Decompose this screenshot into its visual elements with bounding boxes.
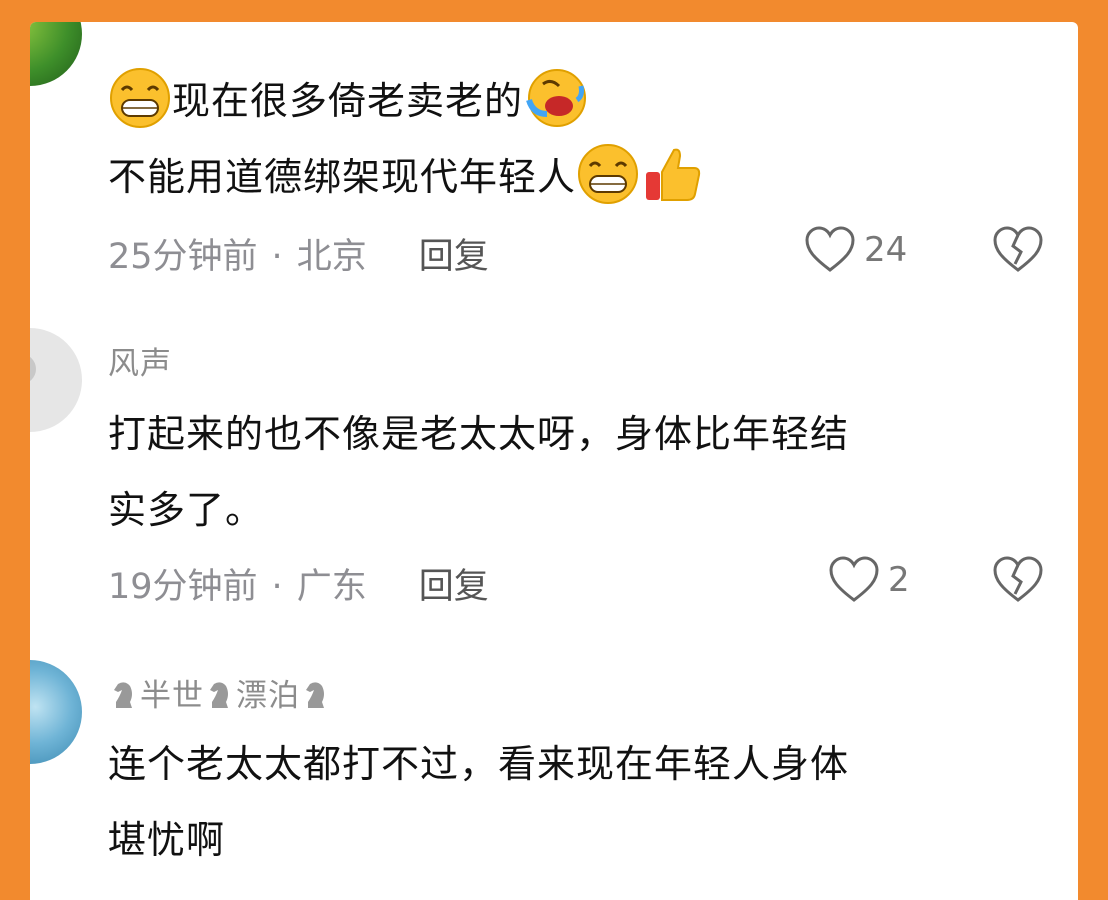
grin-emoji-icon xyxy=(108,66,172,141)
comment-list: 现在很多倚老卖老的 不能用道德绑架现代年轻人 25分钟前 · 北京 回复 24 风声 … xyxy=(30,22,1078,900)
user-avatar[interactable] xyxy=(30,22,82,86)
comment-text-line: 堪忧啊 xyxy=(108,818,226,862)
heart-outline-icon xyxy=(805,226,855,272)
chess-knight-icon xyxy=(110,680,138,718)
comment-time: 19分钟前 xyxy=(108,567,258,607)
like-count: 24 xyxy=(864,230,908,270)
chess-knight-icon xyxy=(206,680,234,718)
username[interactable]: 半世 漂泊 xyxy=(108,670,332,718)
comment-text-line: 打起来的也不像是老太太呀，身体比年轻结 xyxy=(108,412,850,456)
like-count: 2 xyxy=(888,560,910,600)
thumbs-up-emoji-icon xyxy=(640,142,704,217)
reply-button[interactable]: 回复 xyxy=(419,567,489,607)
broken-heart-icon xyxy=(993,556,1043,602)
user-avatar[interactable] xyxy=(30,328,82,432)
comment-text-line: 不能用道德绑架现代年轻人 xyxy=(108,142,704,217)
comment-text-line: 实多了。 xyxy=(108,488,265,532)
dislike-button[interactable] xyxy=(992,226,1044,278)
comment-location: 广东 xyxy=(296,567,367,607)
like-button[interactable]: 24 xyxy=(804,226,907,274)
like-button[interactable]: 2 xyxy=(828,556,910,604)
dislike-button[interactable] xyxy=(992,556,1044,608)
grin-emoji-icon xyxy=(576,142,640,217)
comment-text-line: 连个老太太都打不过，看来现在年轻人身体 xyxy=(108,742,850,786)
comment-meta: 25分钟前 · 北京 回复 xyxy=(108,237,489,277)
broken-heart-icon xyxy=(993,226,1043,272)
heart-outline-icon xyxy=(829,556,879,602)
comment-meta: 19分钟前 · 广东 回复 xyxy=(108,567,489,607)
laughing-crying-emoji-icon xyxy=(523,66,587,141)
user-avatar[interactable] xyxy=(30,660,82,764)
username[interactable]: 风声 xyxy=(108,338,172,383)
comment-location: 北京 xyxy=(296,237,367,277)
comment-text-line: 现在很多倚老卖老的 xyxy=(108,66,587,141)
reply-button[interactable]: 回复 xyxy=(419,237,489,277)
chess-knight-icon xyxy=(302,680,330,718)
comment-time: 25分钟前 xyxy=(108,237,258,277)
